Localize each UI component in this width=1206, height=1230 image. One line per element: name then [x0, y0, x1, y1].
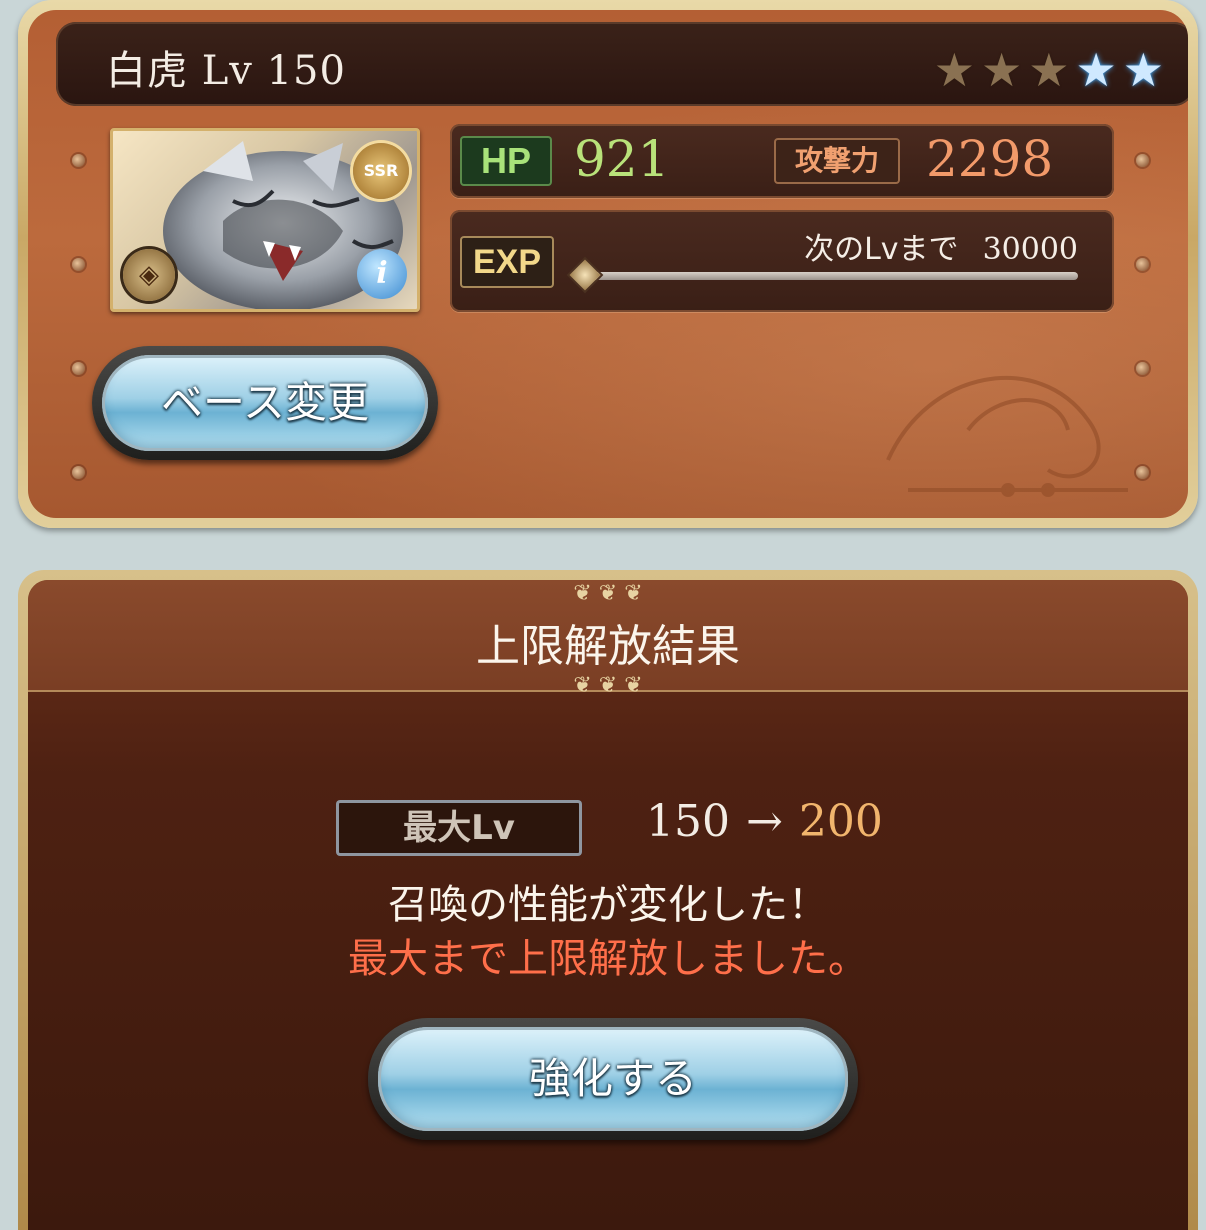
star-icon: ★ — [933, 43, 975, 97]
exp-label: EXP — [460, 236, 554, 288]
rarity-badge: SSR — [353, 143, 409, 199]
level-cap-after: 200 — [798, 796, 883, 847]
uncap-result-body: ❦ ❦ ❦ 上限解放結果 ❦ ❦ ❦ 最大Lv 150 → 200 召喚の性能が変化… — [28, 580, 1188, 1230]
exp-panel: EXP 次のLvまで 30000 — [450, 210, 1114, 312]
hp-label: HP — [460, 136, 552, 186]
star-icon: ★ — [1122, 43, 1164, 97]
summon-title: 白虎 Lv 150 — [106, 48, 346, 94]
change-base-button[interactable]: ベース変更 — [92, 346, 438, 460]
rivet-decoration — [1136, 258, 1149, 271]
rivet-decoration — [72, 154, 85, 167]
next-level-info: 次のLvまで 30000 — [804, 224, 1078, 268]
level-cap-before: 150 — [646, 796, 730, 847]
info-icon[interactable]: i — [357, 249, 407, 299]
ornament-icon: ❦ ❦ ❦ — [573, 673, 643, 698]
rivet-decoration — [1136, 154, 1149, 167]
enhance-button-label: 強化する — [378, 1027, 848, 1131]
next-level-value: 30000 — [982, 232, 1078, 267]
rivet-decoration — [72, 466, 85, 479]
enhance-button[interactable]: 強化する — [368, 1018, 858, 1140]
title-bar: 白虎 Lv 150 ★ ★ ★ ★ ★ — [56, 22, 1188, 106]
attack-label: 攻撃力 — [774, 138, 900, 184]
star-icon: ★ — [981, 43, 1023, 97]
rivet-decoration — [72, 362, 85, 375]
star-icon: ★ — [1075, 43, 1117, 97]
result-message: 召喚の性能が変化した！ — [388, 882, 828, 928]
attack-value: 2298 — [926, 130, 1054, 188]
change-base-button-label: ベース変更 — [102, 355, 428, 451]
swirl-ornament — [886, 375, 1128, 497]
max-level-label: 最大Lv — [336, 800, 582, 856]
arrow-right-icon: → — [745, 796, 783, 847]
stats-panel: HP 921 攻撃力 2298 — [450, 124, 1114, 198]
result-header: ❦ ❦ ❦ 上限解放結果 ❦ ❦ ❦ — [28, 580, 1188, 698]
element-icon: ◈ — [123, 249, 175, 301]
hp-value: 921 — [574, 130, 670, 188]
exp-bar-marker — [569, 259, 601, 291]
result-title: 上限解放結果 — [476, 621, 740, 672]
rivet-decoration — [72, 258, 85, 271]
exp-bar — [569, 259, 1078, 291]
ornament-icon: ❦ ❦ ❦ — [573, 581, 643, 606]
uncap-stars: ★ ★ ★ ★ ★ — [934, 46, 1164, 94]
star-icon: ★ — [1028, 43, 1070, 97]
summon-thumbnail[interactable]: SSR ◈ i — [110, 128, 420, 312]
uncap-result-panel: ❦ ❦ ❦ 上限解放結果 ❦ ❦ ❦ 最大Lv 150 → 200 召喚の性能が変化… — [18, 570, 1198, 1230]
level-cap-change: 150 → 200 — [646, 796, 883, 847]
result-highlight-message: 最大まで上限解放しました。 — [348, 936, 868, 982]
next-level-label: 次のLvまで — [804, 232, 959, 267]
